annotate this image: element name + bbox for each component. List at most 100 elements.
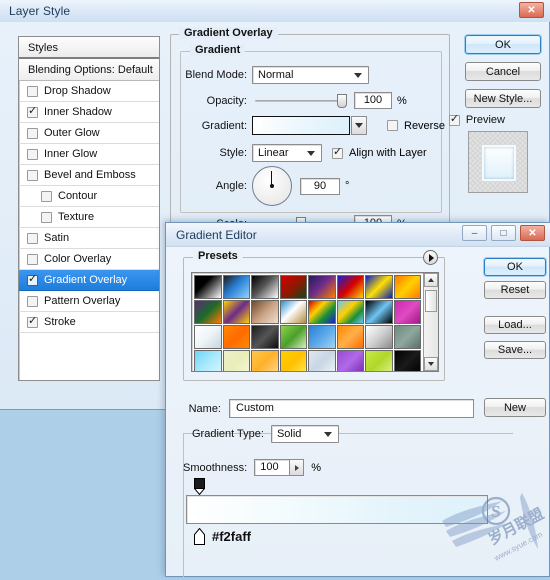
ge-save-button[interactable]: Save... (484, 341, 546, 359)
style-row-inner-shadow[interactable]: Inner Shadow (19, 102, 159, 123)
style-row-inner-glow[interactable]: Inner Glow (19, 144, 159, 165)
gradient-preset-swatch[interactable] (251, 275, 279, 299)
gradient-preset-swatch[interactable] (365, 275, 393, 299)
blend-mode-select[interactable]: Normal (252, 66, 369, 84)
gradient-preset-swatch[interactable] (365, 300, 393, 324)
gradient-preset-swatch[interactable] (279, 275, 307, 299)
cancel-button[interactable]: Cancel (465, 62, 541, 81)
ok-button[interactable]: OK (465, 35, 541, 54)
style-row-outer-glow[interactable]: Outer Glow (19, 123, 159, 144)
gradient-preset-swatch[interactable] (336, 350, 364, 371)
gradient-preset-swatch[interactable] (222, 300, 250, 324)
gradient-preset-swatch[interactable] (308, 275, 336, 299)
gradient-preset-swatch[interactable] (308, 350, 336, 371)
gradient-preset-swatch[interactable] (194, 300, 222, 324)
smoothness-stepper[interactable] (290, 459, 305, 476)
ge-ok-button[interactable]: OK (484, 258, 546, 276)
reverse-checkbox[interactable]: Reverse (387, 120, 445, 132)
style-row-bevel-and-emboss[interactable]: Bevel and Emboss (19, 165, 159, 186)
opacity-stop-marker[interactable] (193, 478, 206, 496)
opacity-input[interactable]: 100 (354, 92, 392, 109)
style-checkbox[interactable] (27, 104, 38, 118)
style-checkbox[interactable] (27, 295, 38, 307)
scroll-down-icon[interactable] (424, 357, 438, 371)
gradient-preset-swatch[interactable] (251, 350, 279, 371)
gradient-preset-swatch[interactable] (393, 325, 421, 349)
style-checkbox[interactable] (27, 232, 38, 244)
layer-style-titlebar[interactable]: Layer Style ✕ (0, 0, 550, 22)
ge-load-button[interactable]: Load... (484, 316, 546, 334)
gradient-preset-swatch[interactable] (336, 275, 364, 299)
smoothness-input[interactable]: 100 (254, 459, 291, 476)
close-icon[interactable]: ✕ (519, 2, 544, 18)
style-row-texture[interactable]: Texture (19, 207, 159, 228)
ge-new-button[interactable]: New (484, 398, 546, 417)
gradient-editor-titlebar[interactable]: Gradient Editor – □ ✕ (166, 223, 550, 247)
new-style-button[interactable]: New Style... (465, 89, 541, 108)
ge-reset-button[interactable]: Reset (484, 281, 546, 299)
style-checkbox[interactable] (27, 272, 38, 286)
blending-options-row[interactable]: Blending Options: Default (19, 59, 159, 81)
preview-checkbox[interactable]: Preview (448, 112, 505, 126)
style-row-contour[interactable]: Contour (19, 186, 159, 207)
style-checkbox[interactable] (27, 148, 38, 160)
gradient-preview-swatch[interactable] (252, 116, 350, 135)
gradient-preset-swatch[interactable] (365, 350, 393, 371)
color-stop-marker[interactable] (194, 527, 205, 545)
gradient-type-select[interactable]: Solid (270, 425, 339, 443)
minimize-icon[interactable]: – (462, 225, 487, 241)
presets-menu-icon[interactable] (423, 250, 438, 265)
gradient-strip[interactable] (186, 495, 488, 524)
gradient-preset-swatch[interactable] (222, 325, 250, 349)
gradient-preset-swatch[interactable] (222, 350, 250, 371)
name-input[interactable]: Custom (229, 399, 474, 418)
reverse-checkbox-box[interactable] (387, 120, 398, 131)
align-with-layer-checkbox[interactable]: Align with Layer (332, 145, 427, 159)
gradient-preset-swatch[interactable] (336, 300, 364, 324)
gradient-preset-swatch[interactable] (365, 325, 393, 349)
scrollbar-thumb[interactable] (425, 290, 437, 312)
gradient-preset-swatch[interactable] (251, 300, 279, 324)
gradient-preset-swatch[interactable] (194, 325, 222, 349)
style-checkbox[interactable] (27, 85, 38, 97)
opacity-slider[interactable] (255, 93, 347, 108)
presets-grid[interactable] (192, 273, 423, 371)
style-row-drop-shadow[interactable]: Drop Shadow (19, 81, 159, 102)
style-checkbox[interactable] (27, 253, 38, 265)
style-checkbox[interactable] (27, 314, 38, 328)
gradient-preset-swatch[interactable] (308, 325, 336, 349)
gradient-preset-swatch[interactable] (393, 350, 421, 371)
maximize-icon[interactable]: □ (491, 225, 516, 241)
gradient-preset-swatch[interactable] (279, 300, 307, 324)
align-with-layer-checkbox-box[interactable] (332, 145, 343, 159)
gradient-preset-swatch[interactable] (308, 300, 336, 324)
style-row-satin[interactable]: Satin (19, 228, 159, 249)
angle-input[interactable]: 90 (300, 177, 340, 195)
gradient-preset-swatch[interactable] (194, 350, 222, 371)
gradient-picker-button[interactable] (351, 116, 367, 135)
close-icon[interactable]: ✕ (520, 225, 545, 241)
gradient-preset-swatch[interactable] (194, 275, 222, 299)
gradient-preset-swatch[interactable] (251, 325, 279, 349)
style-checkbox[interactable] (41, 211, 52, 223)
style-row-color-overlay[interactable]: Color Overlay (19, 249, 159, 270)
style-checkbox[interactable] (27, 127, 38, 139)
style-select[interactable]: Linear (252, 144, 322, 162)
gradient-preset-swatch[interactable] (279, 350, 307, 371)
style-checkbox[interactable] (41, 190, 52, 202)
preview-checkbox-box[interactable] (448, 112, 460, 126)
gradient-preset-swatch[interactable] (222, 275, 250, 299)
gradient-preset-swatch[interactable] (336, 325, 364, 349)
gradient-preset-swatch[interactable] (279, 325, 307, 349)
style-row-gradient-overlay[interactable]: Gradient Overlay (19, 270, 159, 291)
angle-dial[interactable] (252, 166, 292, 206)
style-row-pattern-overlay[interactable]: Pattern Overlay (19, 291, 159, 312)
gradient-preset-swatch[interactable] (393, 275, 421, 299)
presets-scrollbar[interactable] (423, 273, 438, 371)
gradient-preset-swatch[interactable] (393, 300, 421, 324)
style-checkbox[interactable] (27, 169, 38, 181)
opacity-slider-thumb[interactable] (337, 93, 347, 108)
styles-list[interactable]: Styles Blending Options: Default Drop Sh… (18, 36, 160, 381)
scroll-up-icon[interactable] (424, 273, 438, 287)
style-row-stroke[interactable]: Stroke (19, 312, 159, 333)
